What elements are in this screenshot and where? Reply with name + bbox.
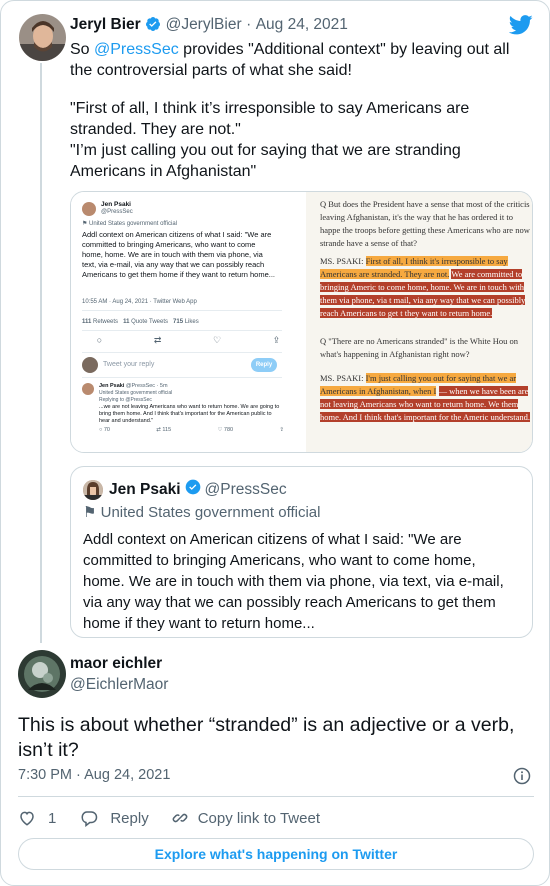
share-icon: ⇪: [279, 427, 284, 433]
jen-psaki-avatar: [83, 479, 103, 500]
reply-time[interactable]: 7:30 PM: [18, 767, 72, 783]
reply-count-value: 70: [103, 427, 110, 433]
quoted-affiliation: ⚑ United States government official: [83, 503, 520, 521]
image-reply-button: Reply: [251, 358, 277, 372]
image-affiliation: ⚑ United States government official: [82, 221, 177, 227]
reply-date[interactable]: Aug 24, 2021: [84, 767, 170, 783]
transcript-answer-2: MS. PSAKI: I'm just calling you out for …: [320, 372, 532, 442]
quoted-affiliation-text: United States government official: [100, 504, 321, 521]
explore-twitter-button[interactable]: Explore what's happening on Twitter: [18, 838, 534, 870]
main-tweet-text: So @PressSec provides "Additional contex…: [70, 39, 532, 81]
main-tweet-quote-1: "First of all, I think it’s irresponsibl…: [70, 100, 470, 138]
speaker-label: MS. PSAKI:: [320, 373, 364, 383]
reply-button[interactable]: Reply: [80, 809, 149, 827]
transcript-question-2: Q "There are no Americans stranded" is t…: [320, 336, 518, 359]
image-right-panel: Q But does the President have a sense th…: [306, 192, 532, 452]
copy-link-button[interactable]: Copy link to Tweet: [171, 809, 320, 827]
main-tweet-header: Jeryl Bier @JerylBier · Aug 24, 2021: [70, 16, 348, 37]
author-name[interactable]: Jeryl Bier: [70, 16, 141, 33]
attached-image[interactable]: Jen Psaki @PressSec ⚑ United States gove…: [70, 191, 533, 453]
like-count: ♡ 780: [217, 427, 234, 433]
verified-badge-icon: [185, 479, 201, 500]
image-name: Jen Psaki: [101, 201, 131, 208]
image-timestamp: 10:55 AM · Aug 24, 2021 · Twitter Web Ap…: [82, 299, 197, 305]
stat-quotes-label: Quote Tweets: [131, 319, 168, 325]
link-icon: [171, 809, 189, 827]
image-reply-handle: @PressSec · 5m: [125, 383, 168, 389]
maor-eichler-avatar[interactable]: [18, 650, 66, 698]
reply-icon: ○: [96, 335, 103, 345]
image-reply-stats: ○ 70 ⇄ 115 ♡ 780 ⇪: [99, 427, 284, 433]
like-count: 1: [48, 809, 57, 827]
avatar: [82, 357, 98, 373]
separator-dot: ·: [246, 16, 252, 33]
stat-retweets: 111: [82, 319, 92, 325]
avatar: [82, 202, 96, 216]
quoted-author-name: Jen Psaki: [109, 480, 181, 498]
image-reply-header: Jen Psaki @PressSec · 5m: [99, 383, 168, 389]
main-tweet-quote-2: "I’m just calling you out for saying tha…: [70, 142, 461, 180]
reply-tweet-text: This is about whether “stranded” is an a…: [18, 714, 515, 761]
like-count-value: 780: [223, 427, 234, 433]
quoted-tweet[interactable]: Jen Psaki @PressSec ⚑ United States gove…: [70, 466, 533, 638]
image-affiliation-text: United States government official: [89, 221, 177, 227]
retweet-icon: ⇄: [153, 335, 162, 345]
transcript-question-1: Q But does the President have a sense th…: [320, 199, 530, 248]
quoted-tweet-header: Jen Psaki @PressSec: [83, 479, 520, 500]
author-handle[interactable]: @JerylBier: [166, 16, 242, 33]
reply-tweet-meta[interactable]: 7:30 PM · Aug 24, 2021: [18, 767, 170, 783]
image-handle: @PressSec: [101, 209, 133, 215]
image-left-panel: Jen Psaki @PressSec ⚑ United States gove…: [71, 192, 306, 452]
separator-dot: ·: [76, 767, 81, 783]
verified-badge-icon: [145, 16, 161, 37]
image-reply-placeholder: Tweet your reply: [103, 361, 155, 368]
reply-icon: [80, 809, 98, 827]
image-action-icons: ○ ⇄ ♡ ⇪: [71, 335, 306, 346]
stat-retweets-label: Retweets: [93, 319, 119, 325]
twitter-logo-icon[interactable]: [508, 15, 533, 40]
reply-author-name[interactable]: maor eichler: [70, 655, 162, 673]
tweet-embed-card: Jeryl Bier @JerylBier · Aug 24, 2021 So …: [0, 0, 550, 886]
avatar: [82, 383, 94, 395]
reply-count: ○ 70: [99, 427, 110, 433]
quoted-author-handle: @PressSec: [204, 480, 287, 498]
divider: [82, 377, 282, 378]
tweet-date[interactable]: Aug 24, 2021: [256, 16, 348, 33]
divider: [82, 330, 282, 331]
stat-likes: 715: [173, 319, 184, 325]
heart-icon: ♡: [212, 335, 222, 345]
retweet-count: ⇄ 115: [156, 427, 172, 433]
quoted-tweet-text: Addl context on American citizens of wha…: [83, 531, 504, 632]
transcript-answer-1: MS. PSAKI: First of all, I think it's ir…: [320, 255, 532, 333]
image-replying-to: Replying to @PressSec: [99, 397, 152, 403]
image-reply-text: ...we are not leaving Americans who want…: [99, 404, 280, 424]
text-prefix: So: [70, 41, 95, 58]
copy-link-label: Copy link to Tweet: [197, 809, 320, 827]
image-stats: 111 Retweets 11 Quote Tweets 715 Likes: [82, 319, 199, 325]
image-tweet-text: Addl context on American citizens of wha…: [82, 230, 276, 279]
speaker-label: MS. PSAKI:: [320, 256, 364, 266]
stat-likes-label: Likes: [184, 319, 199, 325]
stat-quotes: 11: [123, 319, 130, 325]
reply-actions: 1 Reply Copy link to Tweet: [18, 807, 320, 829]
info-icon[interactable]: [513, 767, 531, 790]
mention-link[interactable]: @PressSec: [94, 41, 179, 58]
like-button[interactable]: 1: [18, 809, 56, 827]
divider: [82, 352, 282, 353]
divider: [18, 796, 534, 797]
retweet-count-value: 115: [162, 427, 172, 433]
divider: [82, 310, 282, 311]
image-reply-affiliation: United States government official: [99, 390, 173, 396]
image-reply-name: Jen Psaki: [99, 383, 125, 389]
share-icon: ⇪: [272, 335, 281, 345]
reply-label: Reply: [110, 809, 149, 827]
jeryl-bier-avatar[interactable]: [19, 14, 66, 61]
flag-icon: ⚑: [83, 504, 97, 521]
thread-connector-line: [40, 63, 42, 643]
reply-author-handle[interactable]: @EichlerMaor: [70, 676, 168, 694]
heart-icon: [18, 809, 36, 827]
